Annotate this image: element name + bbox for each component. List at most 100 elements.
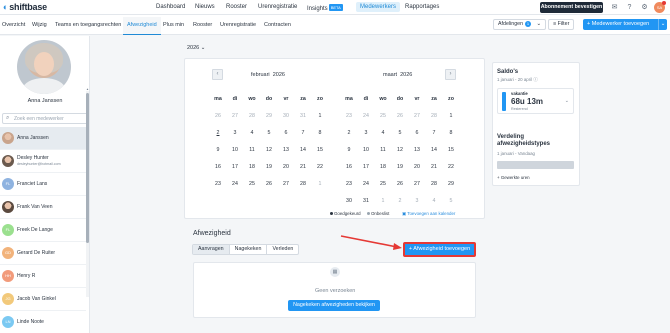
calendar-day[interactable]: 20 (278, 164, 294, 170)
nav-rapportages[interactable]: Rapportages (405, 4, 439, 10)
calendar-day[interactable]: 31 (358, 198, 374, 204)
calendar-day[interactable]: 24 (358, 181, 374, 187)
calendar-day[interactable]: 18 (375, 164, 391, 170)
employee-list-scrollbar[interactable]: ▲ (86, 87, 89, 297)
calendar-day[interactable]: 5 (392, 130, 408, 136)
calendar-day[interactable]: 29 (261, 113, 277, 119)
calendar-day[interactable]: 9 (341, 147, 357, 153)
chevron-down-icon[interactable]: ⌄ (565, 98, 569, 104)
calendar-day[interactable]: 2 (210, 130, 226, 136)
employee-list-item[interactable]: DHDesley Hunterdesleyhunter@hotmail.com (0, 150, 86, 173)
calendar-day[interactable]: 22 (443, 164, 459, 170)
calendar-day[interactable]: 16 (210, 164, 226, 170)
tab-aanvragen[interactable]: Aanvragen (193, 245, 230, 254)
megaphone-icon[interactable]: ✉ (610, 3, 619, 12)
calendar-day[interactable]: 4 (426, 198, 442, 204)
calendar-day[interactable]: 27 (409, 113, 425, 119)
employee-list-item[interactable]: FL Franciet Lans (0, 173, 86, 196)
calendar-day[interactable]: 2 (392, 198, 408, 204)
calendar-day[interactable]: 13 (409, 147, 425, 153)
calendar-day[interactable]: 7 (426, 130, 442, 136)
calendar-day[interactable]: 28 (426, 181, 442, 187)
view-reviewed-absences-button[interactable]: Nagekeken afwezigheden bekijken (288, 300, 380, 311)
calendar-day[interactable]: 3 (409, 198, 425, 204)
calendar-day[interactable]: 16 (341, 164, 357, 170)
calendar-day[interactable]: 10 (358, 147, 374, 153)
calendar-day[interactable]: 23 (210, 181, 226, 187)
nav-medewerkers[interactable]: Medewerkers (356, 2, 401, 12)
calendar-day[interactable]: 5 (261, 130, 277, 136)
calendar-day[interactable]: 23 (341, 181, 357, 187)
add-to-calendar-link[interactable]: ▣ Toevoegen aan kalender (402, 211, 455, 217)
calendar-day[interactable]: 21 (295, 164, 311, 170)
employee-list-item[interactable]: HH Henry R (0, 265, 86, 288)
add-absence-button[interactable]: + Afwezigheid toevoegen (403, 242, 476, 257)
confirm-subscription-button[interactable]: Abonnement bevestigen (540, 2, 603, 13)
calendar-day[interactable]: 17 (227, 164, 243, 170)
scrollbar-thumb[interactable] (86, 93, 89, 243)
calendar-day[interactable]: 15 (312, 147, 328, 153)
nav-urenregistratie[interactable]: Urenregistratie (258, 4, 297, 10)
calendar-day[interactable]: 17 (358, 164, 374, 170)
info-icon[interactable]: ⓘ (533, 77, 537, 82)
calendar-day[interactable]: 28 (426, 113, 442, 119)
calendar-day[interactable]: 1 (312, 181, 328, 187)
tab-afwezigheid[interactable]: Afwezigheid (123, 17, 161, 35)
calendar-day[interactable]: 14 (295, 147, 311, 153)
calendar-day[interactable]: 1 (312, 113, 328, 119)
nav-insights[interactable]: Insights BETA (307, 4, 343, 12)
tab-verleden[interactable]: Verleden (267, 245, 298, 254)
calendar-day[interactable]: 8 (443, 130, 459, 136)
calendar-day[interactable]: 26 (392, 181, 408, 187)
calendar-day[interactable]: 14 (426, 147, 442, 153)
employee-list-item[interactable]: AJAnna Janssen (0, 127, 86, 150)
nav-nieuws[interactable]: Nieuws (195, 4, 215, 10)
filter-button[interactable]: ≡ Filter (548, 19, 575, 30)
calendar-day[interactable]: 27 (409, 181, 425, 187)
calendar-day[interactable]: 27 (278, 181, 294, 187)
calendar-day[interactable]: 25 (375, 181, 391, 187)
calendar-day[interactable]: 25 (244, 181, 260, 187)
calendar-day[interactable]: 26 (210, 113, 226, 119)
calendar-day[interactable]: 3 (227, 130, 243, 136)
calendar-day[interactable]: 21 (426, 164, 442, 170)
calendar-day[interactable]: 30 (341, 198, 357, 204)
worked-hours-link[interactable]: + Gewerkte uren (497, 175, 530, 180)
calendar-day[interactable]: 1 (375, 198, 391, 204)
calendar-day[interactable]: 28 (295, 181, 311, 187)
calendar-day[interactable]: 30 (278, 113, 294, 119)
employee-list-item[interactable]: FL Freek De Lange (0, 219, 86, 242)
search-input[interactable] (14, 115, 84, 123)
calendar-day[interactable]: 13 (278, 147, 294, 153)
nav-dashboard[interactable]: Dashboard (156, 4, 185, 10)
tab-overzicht[interactable]: Overzicht (2, 22, 25, 28)
calendar-day[interactable]: 20 (409, 164, 425, 170)
calendar-day[interactable]: 15 (443, 147, 459, 153)
tab-plus-min[interactable]: Plus min (163, 22, 184, 28)
tab-urenregistratie[interactable]: Urenregistratie (220, 22, 256, 28)
calendar-day[interactable]: 28 (244, 113, 260, 119)
calendar-day[interactable]: 25 (375, 113, 391, 119)
calendar-day[interactable]: 5 (443, 198, 459, 204)
calendar-day[interactable]: 24 (358, 113, 374, 119)
calendar-day[interactable]: 6 (409, 130, 425, 136)
employee-list-item[interactable]: FVFrank Van Veen (0, 196, 86, 219)
scroll-up-icon[interactable]: ▲ (86, 87, 89, 91)
user-avatar[interactable]: SA (654, 1, 666, 13)
calendar-day[interactable]: 18 (244, 164, 260, 170)
calendar-day[interactable]: 26 (392, 113, 408, 119)
calendar-day[interactable]: 26 (261, 181, 277, 187)
calendar-day[interactable]: 19 (392, 164, 408, 170)
calendar-day[interactable]: 22 (312, 164, 328, 170)
calendar-day[interactable]: 29 (443, 181, 459, 187)
calendar-day[interactable]: 4 (375, 130, 391, 136)
calendar-day[interactable]: 27 (227, 113, 243, 119)
settings-icon[interactable]: ⚙ (640, 3, 649, 12)
calendar-day[interactable]: 8 (312, 130, 328, 136)
previous-month-button[interactable]: ‹ (212, 69, 223, 80)
chevron-down-icon[interactable]: ⌄ (658, 19, 667, 30)
employee-list-item[interactable]: GD Gerard De Ruiter (0, 242, 86, 265)
nav-rooster[interactable]: Rooster (226, 4, 247, 10)
tab-rooster[interactable]: Rooster (193, 22, 212, 28)
calendar-day[interactable]: 7 (295, 130, 311, 136)
